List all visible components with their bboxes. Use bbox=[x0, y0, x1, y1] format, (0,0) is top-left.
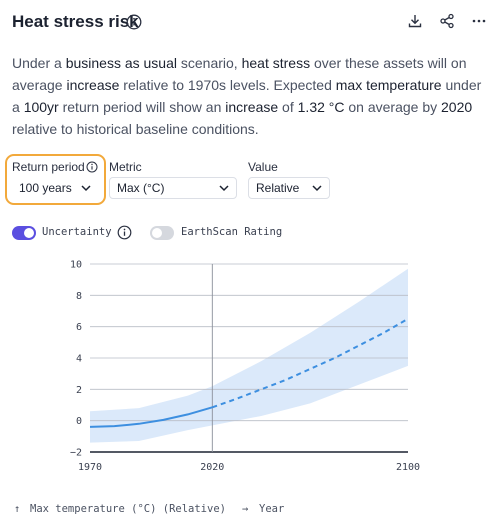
y-tick-label: 6 bbox=[76, 322, 82, 333]
chevron-down-icon bbox=[219, 185, 229, 192]
download-icon bbox=[408, 15, 422, 28]
value-label: Value bbox=[248, 160, 278, 174]
page-title: Heat stress risk bbox=[12, 12, 139, 31]
x-tick-label: 2020 bbox=[200, 462, 224, 473]
return-period-select[interactable]: 100 years bbox=[11, 177, 99, 199]
info-icon[interactable] bbox=[86, 161, 98, 173]
y-tick-label: 2 bbox=[76, 385, 82, 396]
y-tick-label: −2 bbox=[70, 448, 82, 459]
x-axis-title: Year bbox=[259, 503, 285, 515]
x-tick-label: 1970 bbox=[78, 462, 102, 473]
more-button[interactable] bbox=[470, 12, 488, 30]
info-icon[interactable] bbox=[126, 14, 142, 30]
chart-toggles: Uncertainty EarthScan Rating bbox=[12, 224, 492, 244]
metric-label: Metric bbox=[109, 160, 142, 174]
earthscan-rating-toggle[interactable] bbox=[150, 226, 174, 240]
heat-stress-chart: 10 8 6 4 2 0 −2 1970 2020 2100 bbox=[70, 260, 420, 474]
chevron-down-icon bbox=[312, 185, 322, 192]
filter-bar: Return period 100 years Metric Max (°C) … bbox=[0, 154, 500, 206]
info-icon[interactable] bbox=[117, 225, 132, 240]
x-tick-label: 2100 bbox=[396, 462, 420, 473]
y-axis-arrow-icon: ↑ bbox=[14, 503, 21, 515]
metric-select[interactable]: Max (°C) bbox=[109, 177, 237, 199]
more-icon bbox=[472, 19, 486, 23]
y-tick-label: 10 bbox=[70, 260, 82, 271]
value-select[interactable]: Relative bbox=[248, 177, 330, 199]
uncertainty-toggle[interactable] bbox=[12, 226, 36, 240]
x-axis-arrow-icon: → bbox=[242, 503, 249, 515]
y-tick-label: 0 bbox=[76, 416, 82, 427]
chevron-down-icon bbox=[81, 185, 91, 192]
download-button[interactable] bbox=[406, 12, 424, 30]
axis-legend: ↑ Max temperature (°C) (Relative) → Year bbox=[14, 503, 494, 519]
risk-description: Under a business as usual scenario, heat… bbox=[12, 55, 482, 137]
y-tick-label: 8 bbox=[76, 291, 82, 302]
return-period-value: 100 years bbox=[19, 181, 72, 195]
metric-value: Max (°C) bbox=[117, 181, 165, 195]
share-icon bbox=[440, 13, 454, 29]
return-period-label: Return period bbox=[12, 160, 85, 174]
card-header: Heat stress risk bbox=[12, 10, 488, 36]
y-axis-title: Max temperature (°C) (Relative) bbox=[30, 503, 226, 515]
uncertainty-label: Uncertainty bbox=[42, 226, 112, 238]
share-button[interactable] bbox=[438, 12, 456, 30]
value-value: Relative bbox=[256, 181, 300, 195]
y-tick-label: 4 bbox=[76, 354, 82, 365]
uncertainty-band bbox=[90, 268, 408, 443]
earthscan-rating-label: EarthScan Rating bbox=[181, 226, 283, 238]
